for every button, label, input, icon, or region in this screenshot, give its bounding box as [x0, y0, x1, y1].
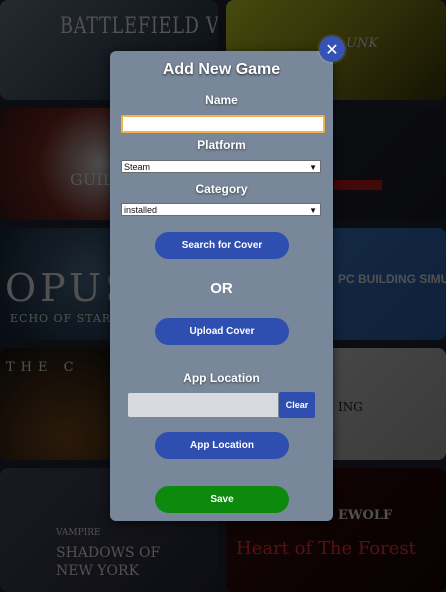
or-divider-text: OR — [210, 280, 233, 297]
chevron-down-icon: ▼ — [309, 163, 317, 172]
name-label: Name — [205, 93, 238, 107]
chevron-down-icon: ▼ — [309, 206, 317, 215]
app-location-field[interactable] — [128, 393, 278, 417]
search-cover-button[interactable]: Search for Cover — [155, 232, 289, 259]
close-button[interactable]: ✕ — [319, 36, 345, 62]
platform-select-value: Steam — [124, 162, 151, 172]
platform-select[interactable]: Steam ▼ — [121, 160, 321, 173]
save-button[interactable]: Save — [155, 486, 289, 513]
platform-label: Platform — [197, 138, 246, 152]
app-location-button[interactable]: App Location — [155, 432, 289, 459]
category-label: Category — [195, 182, 248, 196]
upload-cover-button[interactable]: Upload Cover — [155, 318, 289, 345]
category-select[interactable]: installed ▼ — [121, 203, 321, 216]
clear-button[interactable]: Clear — [279, 392, 315, 418]
add-game-dialog: Add New Game Name Platform Steam ▼ Categ… — [110, 51, 333, 521]
dialog-title: Add New Game — [162, 61, 281, 78]
close-icon: ✕ — [325, 39, 339, 59]
name-input[interactable] — [121, 115, 325, 133]
app-location-heading: App Location — [183, 371, 260, 385]
category-select-value: installed — [124, 205, 158, 215]
